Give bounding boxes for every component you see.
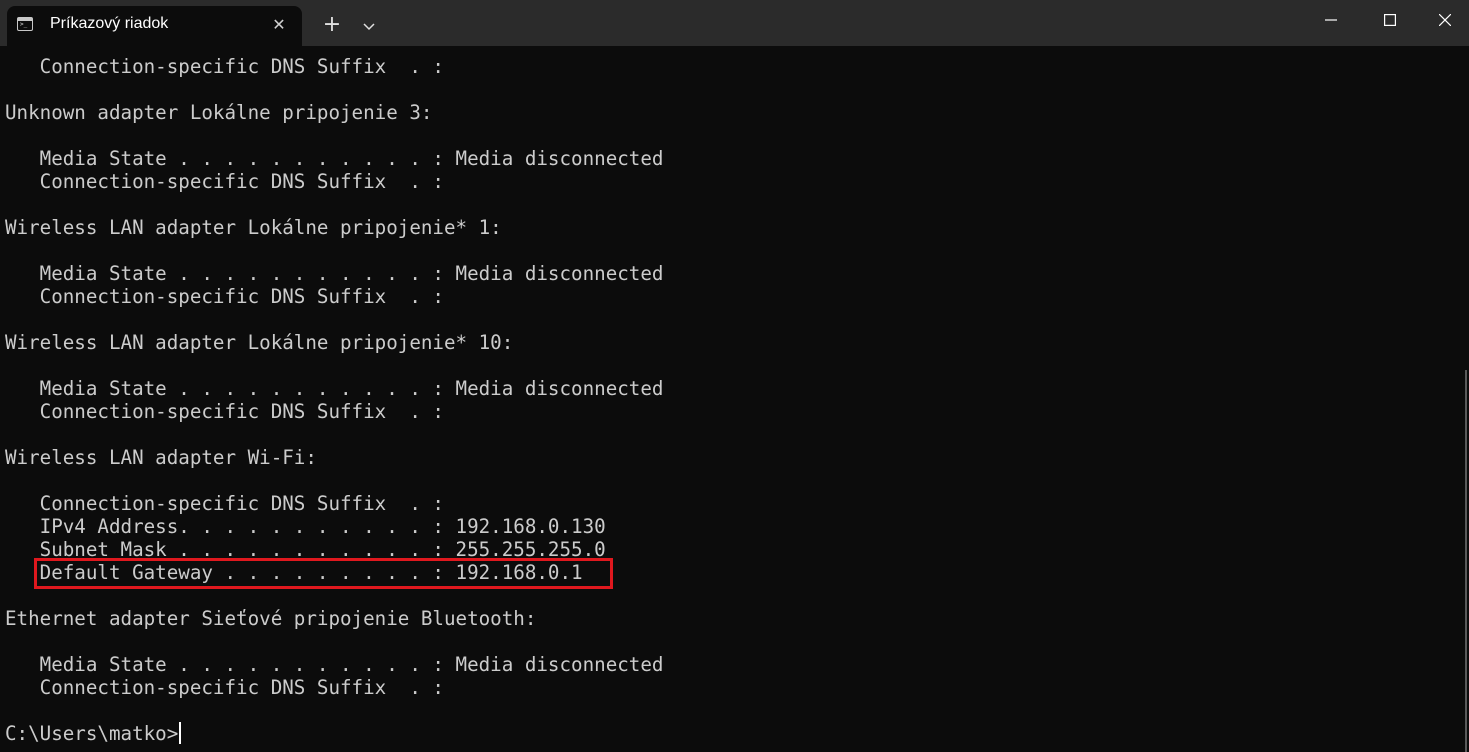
terminal-window: >_ Príkazový riadok ✕ + Connection-speci…	[0, 0, 1469, 752]
maximize-button[interactable]	[1362, 0, 1418, 40]
terminal-line: Wireless LAN adapter Lokálne pripojenie*…	[5, 331, 514, 354]
minimize-icon	[1325, 19, 1337, 21]
new-tab-button[interactable]: +	[318, 12, 346, 40]
prompt-text: C:\Users\matko>	[5, 722, 179, 745]
tab-title: Príkazový riadok	[50, 15, 169, 32]
terminal-line: Media State . . . . . . . . . . . : Medi…	[5, 377, 664, 400]
terminal-line: Unknown adapter Lokálne pripojenie 3:	[5, 101, 433, 124]
close-tab-button[interactable]: ✕	[269, 15, 289, 35]
default-gateway-highlight	[34, 558, 613, 589]
minimize-button[interactable]	[1303, 0, 1359, 40]
terminal-line: Connection-specific DNS Suffix . :	[5, 285, 444, 308]
terminal-output[interactable]: Connection-specific DNS Suffix . : Unknow…	[5, 55, 1455, 752]
terminal-line: Connection-specific DNS Suffix . :	[5, 55, 444, 78]
terminal-line: Connection-specific DNS Suffix . :	[5, 170, 444, 193]
close-icon	[1439, 14, 1451, 26]
terminal-line: Connection-specific DNS Suffix . :	[5, 400, 444, 423]
terminal-line: Media State . . . . . . . . . . . : Medi…	[5, 653, 664, 676]
chevron-down-icon	[363, 23, 375, 31]
terminal-line: Wireless LAN adapter Lokálne pripojenie*…	[5, 216, 502, 239]
scrollbar[interactable]	[1465, 370, 1467, 752]
plus-icon: +	[322, 12, 342, 37]
terminal-line: Connection-specific DNS Suffix . :	[5, 492, 444, 515]
tab-dropdown-button[interactable]	[357, 14, 381, 38]
tab-command-prompt[interactable]: >_ Príkazový riadok ✕	[7, 6, 302, 46]
text-cursor	[179, 722, 182, 744]
close-icon: ✕	[272, 15, 286, 34]
terminal-line: Media State . . . . . . . . . . . : Medi…	[5, 147, 664, 170]
terminal-lines: Connection-specific DNS Suffix . : Unknow…	[5, 55, 1455, 722]
terminal-line: Wireless LAN adapter Wi-Fi:	[5, 446, 317, 469]
terminal-line: Media State . . . . . . . . . . . : Medi…	[5, 262, 664, 285]
terminal-line: Ethernet adapter Sieťové pripojenie Blue…	[5, 607, 537, 630]
title-bar: >_ Príkazový riadok ✕ +	[0, 0, 1469, 46]
command-prompt-line[interactable]: C:\Users\matko>	[5, 722, 1455, 745]
terminal-line: IPv4 Address. . . . . . . . . . . : 192.…	[5, 515, 606, 538]
terminal-line: Connection-specific DNS Suffix . :	[5, 676, 444, 699]
terminal-icon: >_	[17, 17, 33, 31]
close-window-button[interactable]	[1417, 0, 1469, 40]
maximize-icon	[1384, 14, 1396, 26]
